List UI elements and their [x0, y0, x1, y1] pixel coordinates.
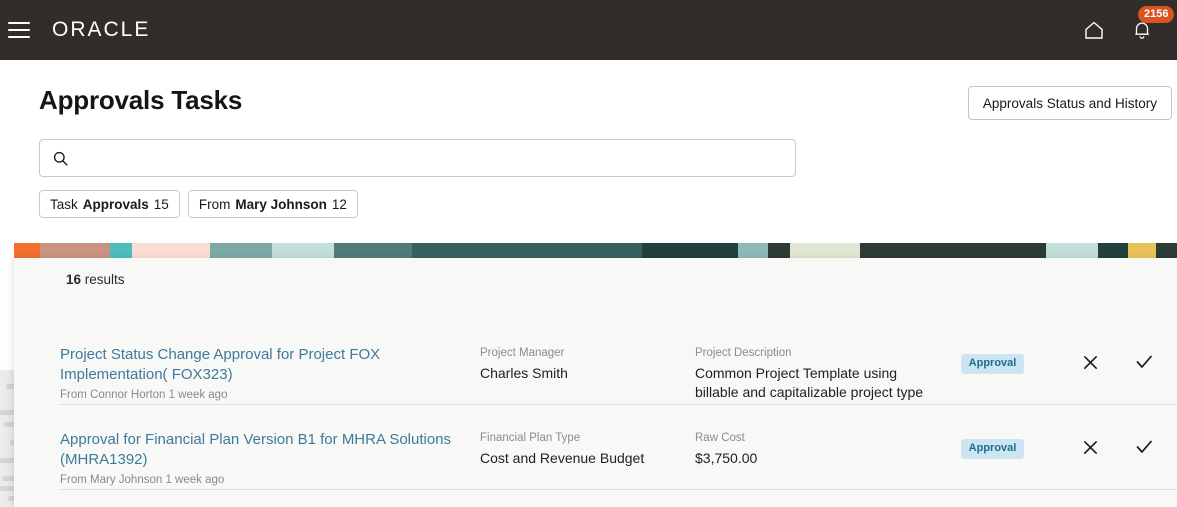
table-row[interactable]: Approval for Financial Plan Version B1 f…	[60, 413, 1177, 497]
field-value: $3,750.00	[695, 449, 931, 468]
field-value: Charles Smith	[480, 364, 681, 383]
task-field-2: Project Description Common Project Templ…	[695, 328, 945, 402]
task-subtitle: From Connor Horton 1 week ago	[60, 389, 460, 401]
notification-bell-icon[interactable]: 2156	[1127, 15, 1157, 45]
search-box[interactable]	[39, 139, 796, 177]
field-label: Project Manager	[480, 346, 681, 361]
task-actions	[1040, 328, 1177, 374]
checkmark-icon[interactable]	[1132, 350, 1156, 374]
task-subtitle: From Mary Johnson 1 week ago	[60, 474, 460, 486]
chip-prefix: Task	[50, 197, 78, 212]
chip-emphasis: Mary Johnson	[235, 197, 327, 212]
task-field-2: Raw Cost $3,750.00	[695, 413, 945, 468]
task-title-link[interactable]: Project Status Change Approval for Proje…	[60, 345, 460, 385]
filter-chip-from-mary-johnson[interactable]: From Mary Johnson 12	[188, 190, 358, 218]
filter-chip-task-approvals[interactable]: Task Approvals 15	[39, 190, 180, 218]
search-input[interactable]	[69, 150, 795, 166]
chip-count: 12	[332, 197, 347, 212]
row-divider	[60, 489, 1177, 490]
chip-prefix: From	[199, 197, 231, 212]
task-field-1: Financial Plan Type Cost and Revenue Bud…	[480, 413, 695, 468]
global-header: ORACLE 2156	[0, 0, 1177, 60]
search-icon	[52, 150, 69, 167]
chip-emphasis: Approvals	[83, 197, 149, 212]
task-title-column: Project Status Change Approval for Proje…	[60, 328, 480, 401]
task-actions	[1040, 413, 1177, 459]
results-count-label: results	[85, 272, 125, 287]
checkmark-icon[interactable]	[1132, 435, 1156, 459]
status-badge: Approval	[961, 354, 1025, 374]
status-badge: Approval	[961, 439, 1025, 459]
field-label: Project Description	[695, 346, 931, 361]
task-badge-column: Approval	[945, 413, 1040, 459]
page-title: Approvals Tasks	[39, 85, 242, 116]
results-count-number: 16	[66, 272, 81, 287]
task-title-column: Approval for Financial Plan Version B1 f…	[60, 413, 480, 486]
row-divider	[60, 404, 1177, 405]
chip-count: 15	[154, 197, 169, 212]
close-x-icon[interactable]	[1078, 350, 1102, 374]
oracle-logo: ORACLE	[52, 18, 150, 42]
notification-count-badge: 2156	[1138, 6, 1174, 23]
field-value: Common Project Template using billable a…	[695, 364, 931, 402]
hamburger-menu-icon[interactable]	[8, 22, 30, 38]
close-x-icon[interactable]	[1078, 435, 1102, 459]
approvals-tasks-page: ORACLE 2156 Approvals Tasks Approvals St…	[0, 0, 1177, 507]
field-label: Raw Cost	[695, 431, 931, 446]
task-field-1: Project Manager Charles Smith	[480, 328, 695, 383]
field-label: Financial Plan Type	[480, 431, 681, 446]
header-actions: 2156	[1079, 15, 1157, 45]
home-icon[interactable]	[1079, 15, 1109, 45]
task-badge-column: Approval	[945, 328, 1040, 374]
task-title-link[interactable]: Approval for Financial Plan Version B1 f…	[60, 430, 460, 470]
filter-chips: Task Approvals 15 From Mary Johnson 12	[39, 190, 358, 218]
approvals-status-history-button[interactable]: Approvals Status and History	[968, 86, 1172, 120]
table-row[interactable]: Project Status Change Approval for Proje…	[60, 328, 1177, 412]
results-count: 16 results	[66, 272, 125, 287]
field-value: Cost and Revenue Budget	[480, 449, 681, 468]
results-card: 16 results Project Status Change Approva…	[14, 258, 1177, 507]
